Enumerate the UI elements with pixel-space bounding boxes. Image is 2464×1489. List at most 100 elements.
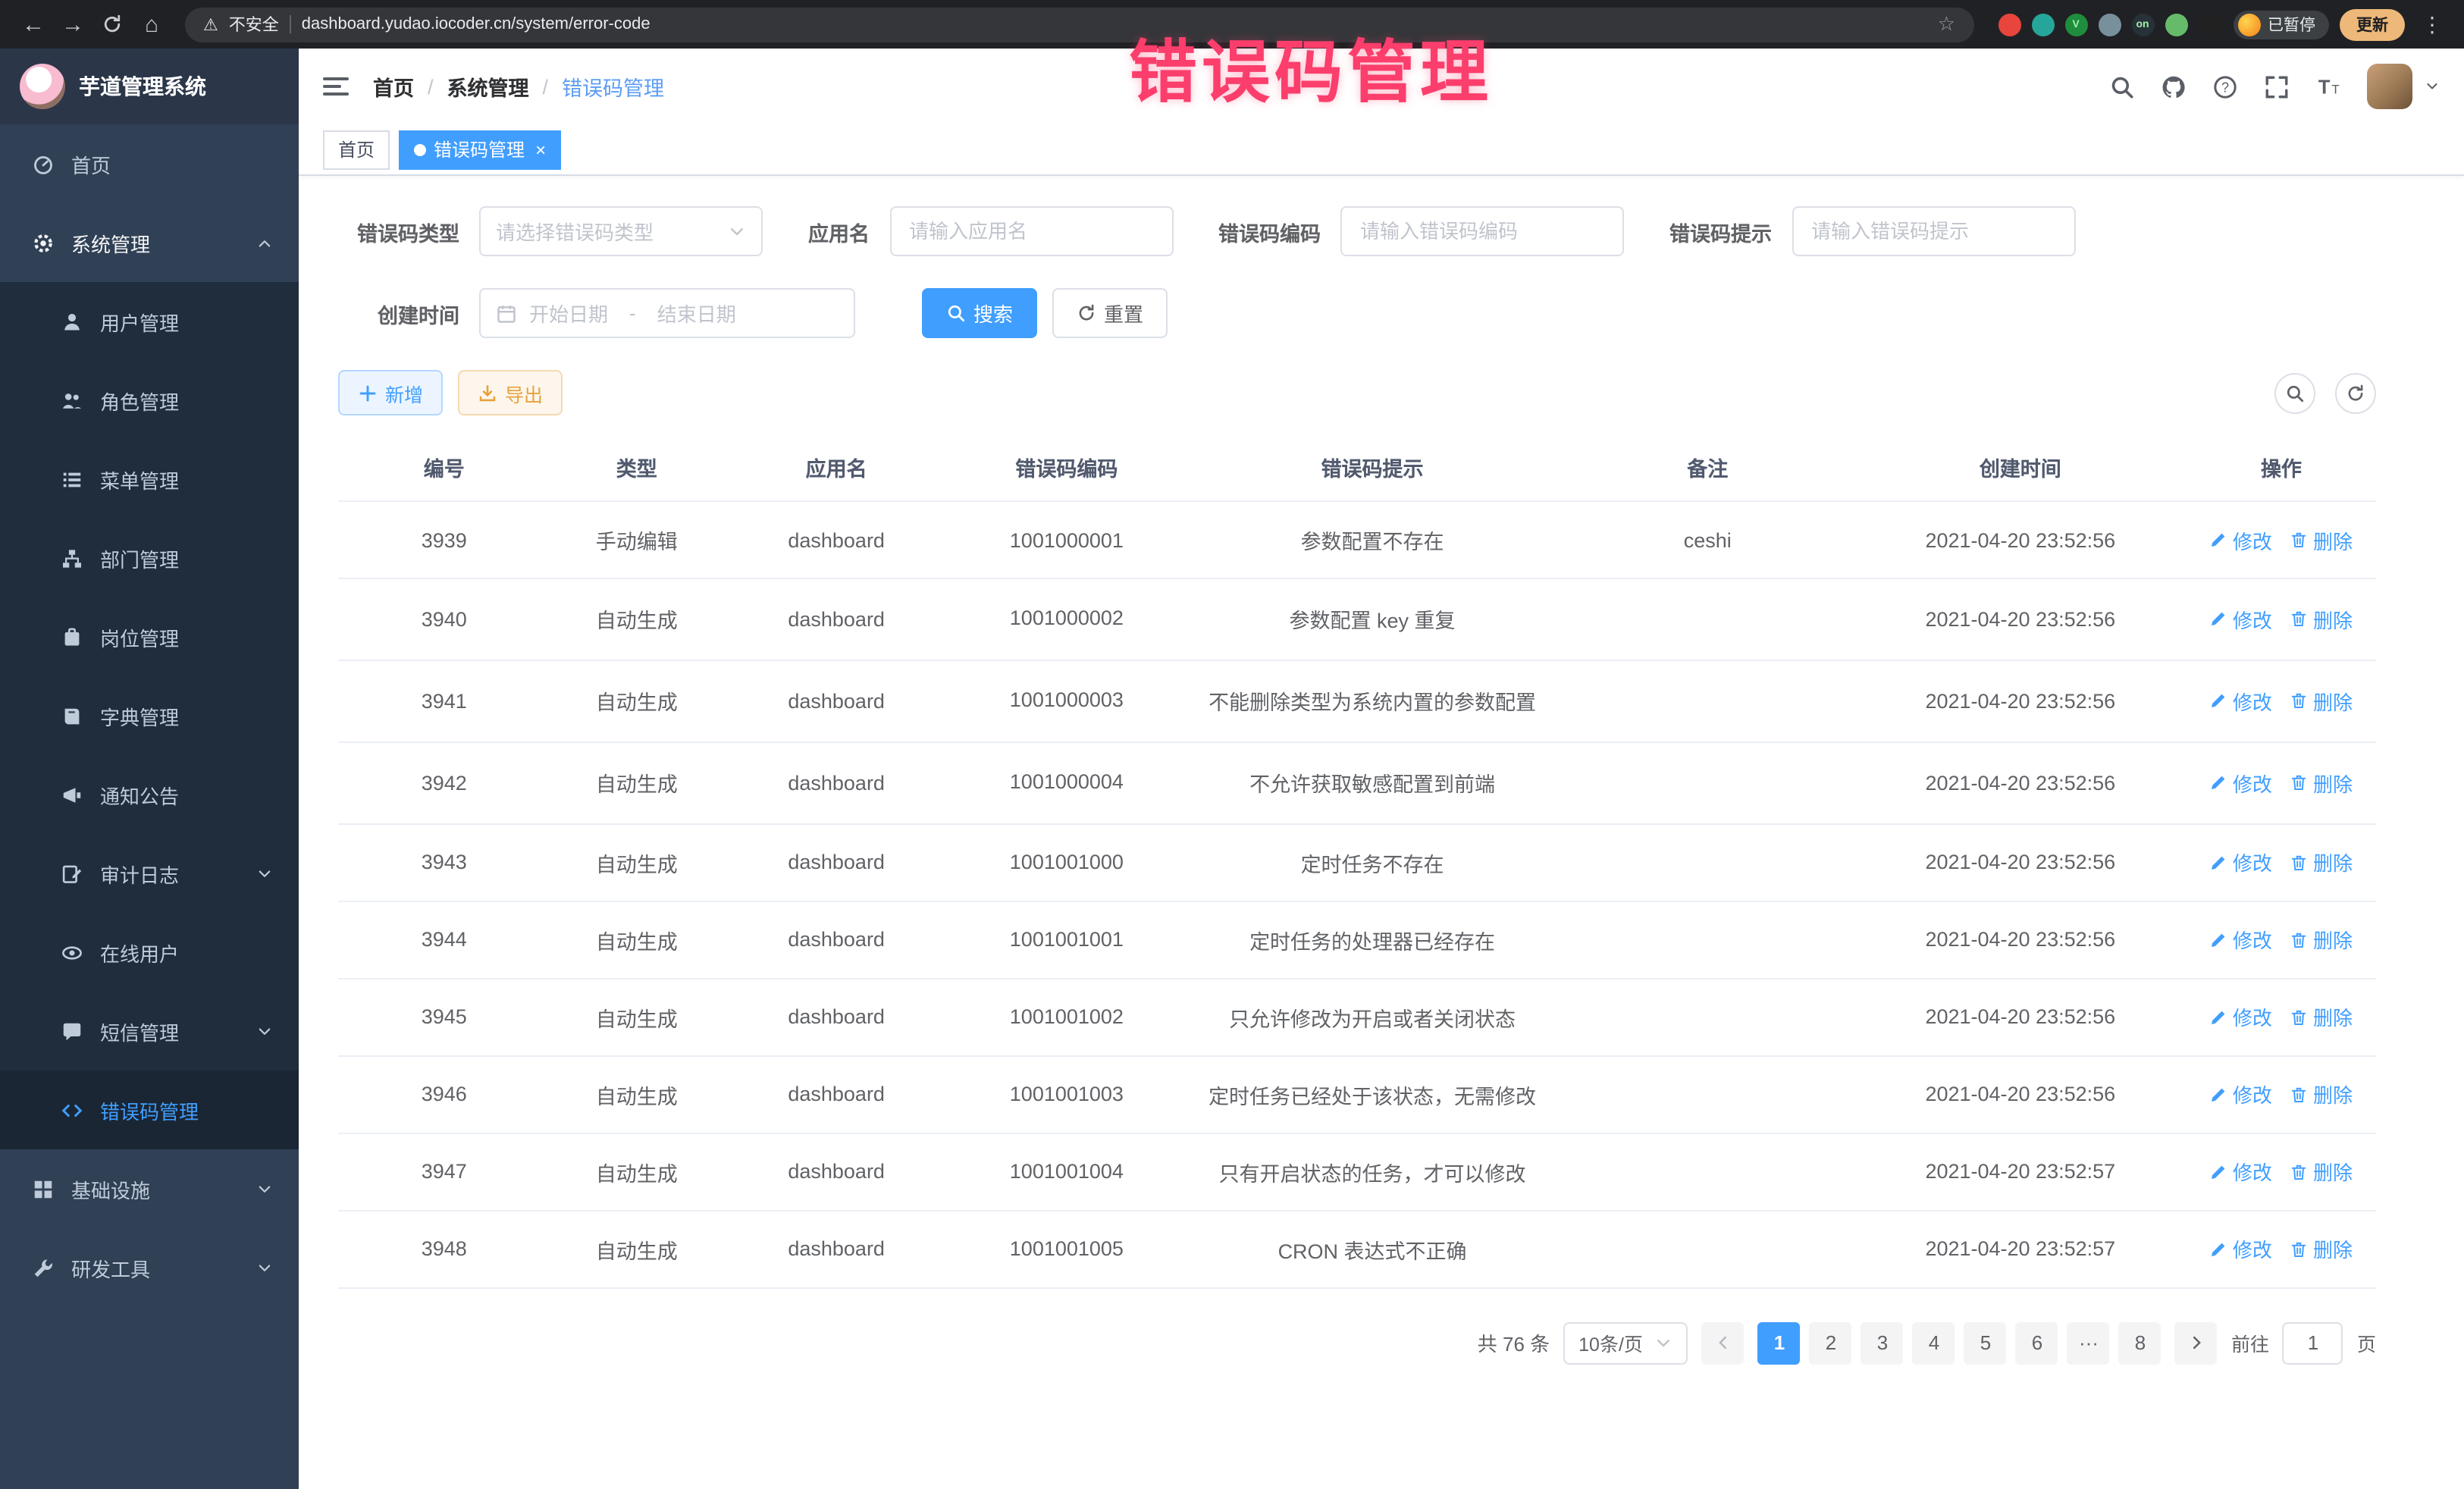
update-button[interactable]: 更新 <box>2340 8 2405 40</box>
next-page-button[interactable] <box>2175 1322 2218 1365</box>
sidebar-item[interactable]: 错误码管理 <box>0 1071 299 1149</box>
gear-icon <box>32 231 55 254</box>
error-msg-input[interactable] <box>1792 206 2075 256</box>
font-size-icon[interactable]: TT <box>2315 74 2341 99</box>
delete-link[interactable]: 删除 <box>2290 769 2353 798</box>
breadcrumb-item[interactable]: 错误码管理 <box>562 71 664 102</box>
edit-pencil-icon <box>2210 854 2228 872</box>
edit-link[interactable]: 修改 <box>2210 848 2272 877</box>
avatar-caret-icon[interactable] <box>2425 79 2440 94</box>
extension-icon[interactable] <box>2098 13 2121 36</box>
app-logo[interactable]: 芋道管理系统 <box>0 49 299 124</box>
sidebar-item[interactable]: 岗位管理 <box>0 597 299 676</box>
extension-icon[interactable] <box>2031 13 2054 36</box>
edit-link[interactable]: 修改 <box>2210 1080 2272 1109</box>
extension-icon[interactable] <box>2165 13 2187 36</box>
sidebar-item[interactable]: 首页 <box>0 124 299 203</box>
badge-icon <box>61 625 83 648</box>
delete-link[interactable]: 删除 <box>2290 605 2353 634</box>
cell-time: 2021-04-20 23:52:57 <box>1854 1133 2187 1211</box>
search-icon[interactable] <box>2109 74 2135 99</box>
edit-link[interactable]: 修改 <box>2210 1235 2272 1264</box>
delete-link[interactable]: 删除 <box>2290 926 2353 955</box>
paused-badge[interactable]: 已暂停 <box>2233 10 2329 39</box>
url-text[interactable]: dashboard.yudao.iocoder.cn/system/error-… <box>302 15 650 33</box>
sidebar-item[interactable]: 基础设施 <box>0 1149 299 1228</box>
delete-link[interactable]: 删除 <box>2290 525 2353 554</box>
toggle-search-button[interactable] <box>2274 372 2315 413</box>
refresh-button[interactable] <box>2335 372 2376 413</box>
edit-link[interactable]: 修改 <box>2210 605 2272 634</box>
sidebar-item[interactable]: 在线用户 <box>0 913 299 992</box>
error-code-input[interactable] <box>1340 206 1624 256</box>
sidebar-item[interactable]: 字典管理 <box>0 676 299 755</box>
column-header: 错误码编码 <box>949 434 1183 501</box>
forward-button[interactable]: → <box>55 11 91 37</box>
page-button[interactable]: 1 <box>1758 1322 1801 1365</box>
add-button[interactable]: 新增 <box>338 370 443 415</box>
extension-icon[interactable]: on <box>2131 13 2154 36</box>
edit-link[interactable]: 修改 <box>2210 687 2272 716</box>
back-button[interactable]: ← <box>15 11 52 37</box>
sidebar-item[interactable]: 通知公告 <box>0 755 299 834</box>
extension-icon[interactable] <box>1998 13 2020 36</box>
sidebar-item[interactable]: 菜单管理 <box>0 440 299 519</box>
delete-link[interactable]: 删除 <box>2290 848 2353 877</box>
extension-icon[interactable] <box>2198 13 2221 36</box>
delete-label: 删除 <box>2313 1158 2353 1186</box>
export-button[interactable]: 导出 <box>458 370 563 415</box>
sidebar-item[interactable]: 用户管理 <box>0 282 299 361</box>
url-bar[interactable]: ⚠ 不安全 dashboard.yudao.iocoder.cn/system/… <box>185 7 1973 42</box>
search-button[interactable]: 搜索 <box>922 288 1037 338</box>
edit-link[interactable]: 修改 <box>2210 1158 2272 1186</box>
page-button[interactable]: 3 <box>1861 1322 1904 1365</box>
delete-link[interactable]: 删除 <box>2290 1080 2353 1109</box>
delete-link[interactable]: 删除 <box>2290 1235 2353 1264</box>
sidebar-item[interactable]: 系统管理 <box>0 203 299 282</box>
delete-link[interactable]: 删除 <box>2290 1158 2353 1186</box>
tab-item[interactable]: 首页 <box>323 130 390 169</box>
help-icon[interactable]: ? <box>2212 74 2238 99</box>
page-button[interactable]: 8 <box>2119 1322 2161 1365</box>
cell-type: 自动生成 <box>550 660 723 742</box>
page-button[interactable]: 5 <box>1964 1322 2007 1365</box>
user-avatar[interactable] <box>2367 64 2412 109</box>
error-type-label: 错误码类型 <box>338 216 459 246</box>
prev-page-button[interactable] <box>1702 1322 1745 1365</box>
security-label[interactable]: 不安全 <box>229 12 279 36</box>
browser-menu-icon[interactable]: ⋮ <box>2415 11 2449 37</box>
edit-link[interactable]: 修改 <box>2210 926 2272 955</box>
extension-icon[interactable]: V <box>2064 13 2087 36</box>
edit-link[interactable]: 修改 <box>2210 525 2272 554</box>
reload-button[interactable] <box>94 14 130 35</box>
github-icon[interactable] <box>2161 74 2187 99</box>
home-button[interactable]: ⌂ <box>133 11 170 37</box>
tab-item[interactable]: 错误码管理× <box>399 130 561 169</box>
bookmark-star-icon[interactable]: ☆ <box>1938 12 1955 36</box>
delete-link[interactable]: 删除 <box>2290 1003 2353 1032</box>
delete-link[interactable]: 删除 <box>2290 687 2353 716</box>
breadcrumb-item[interactable]: 系统管理 <box>447 71 529 102</box>
page-size-select[interactable]: 10条/页 <box>1563 1322 1688 1365</box>
sidebar-item[interactable]: 部门管理 <box>0 519 299 597</box>
chevron-down-icon <box>256 1023 273 1039</box>
breadcrumb-item[interactable]: 首页 <box>373 71 414 102</box>
date-range-picker[interactable]: 开始日期 - 结束日期 <box>479 288 855 338</box>
page-more-button[interactable]: ··· <box>2067 1322 2110 1365</box>
error-type-select[interactable]: 请选择错误码类型 <box>479 206 763 256</box>
sidebar-item[interactable]: 角色管理 <box>0 361 299 440</box>
edit-link[interactable]: 修改 <box>2210 769 2272 798</box>
reset-button[interactable]: 重置 <box>1052 288 1168 338</box>
edit-link[interactable]: 修改 <box>2210 1003 2272 1032</box>
app-name-input[interactable] <box>889 206 1173 256</box>
sidebar-item[interactable]: 短信管理 <box>0 992 299 1071</box>
sidebar-item[interactable]: 审计日志 <box>0 834 299 913</box>
sidebar-item[interactable]: 研发工具 <box>0 1228 299 1307</box>
fullscreen-icon[interactable] <box>2264 74 2290 99</box>
page-button[interactable]: 6 <box>2016 1322 2058 1365</box>
goto-page-input[interactable] <box>2283 1322 2343 1365</box>
tab-close-icon[interactable]: × <box>535 139 546 160</box>
page-button[interactable]: 4 <box>1913 1322 1955 1365</box>
hamburger-icon[interactable] <box>323 77 349 96</box>
page-button[interactable]: 2 <box>1810 1322 1852 1365</box>
